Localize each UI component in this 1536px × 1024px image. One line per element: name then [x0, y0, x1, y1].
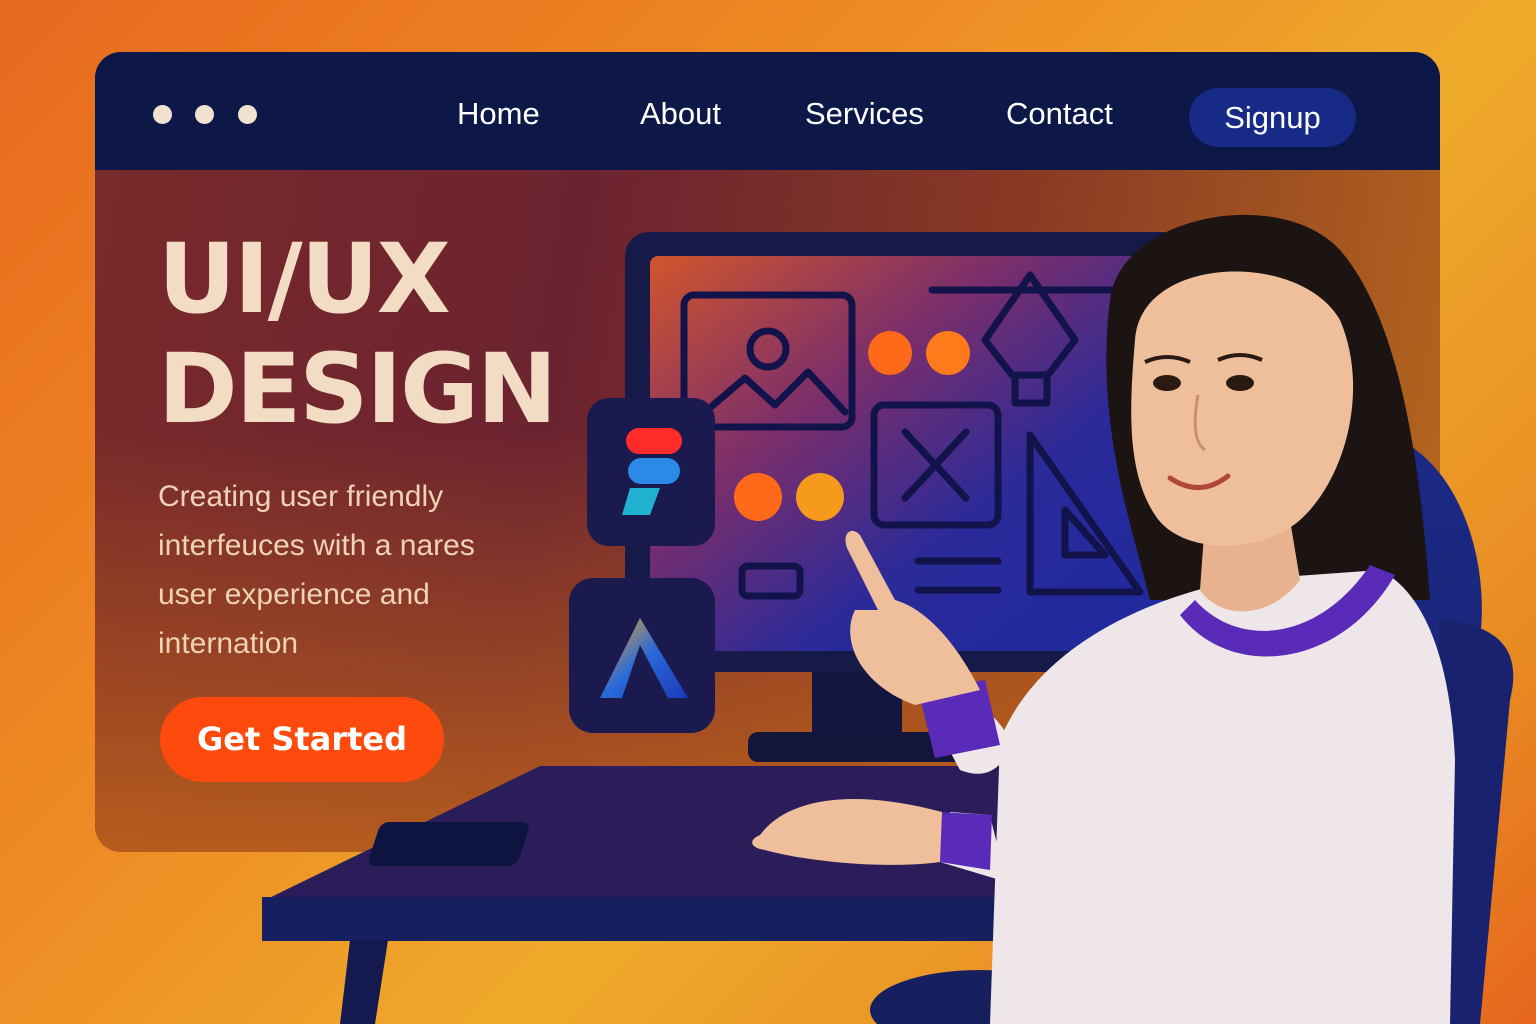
dot-icon — [734, 473, 782, 521]
figma-app-icon[interactable] — [587, 398, 715, 546]
hero-illustration — [262, 214, 1514, 1024]
sleeve-cuff — [938, 812, 992, 870]
affinity-app-icon[interactable] — [569, 578, 715, 733]
dot-icon — [868, 331, 912, 375]
keyboard — [368, 822, 529, 866]
dot-icon — [796, 473, 844, 521]
dot-icon — [926, 331, 970, 375]
